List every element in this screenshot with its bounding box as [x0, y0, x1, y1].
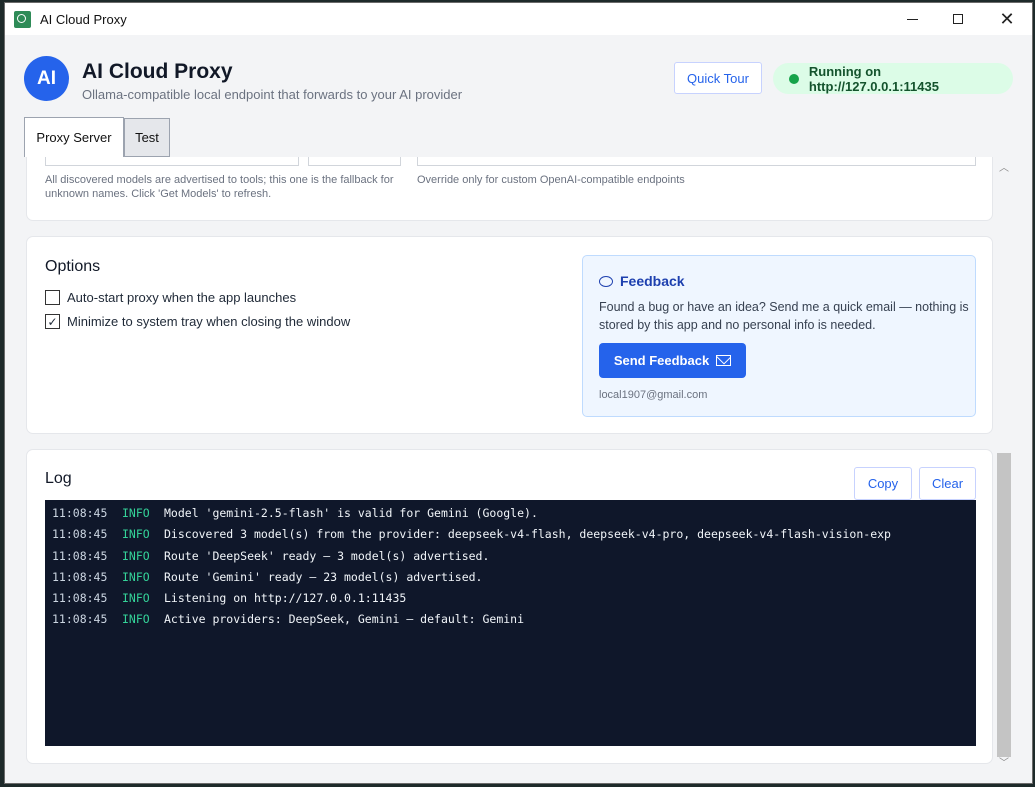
- log-message: Model 'gemini-2.5-flash' is valid for Ge…: [164, 506, 538, 520]
- log-level: INFO: [122, 506, 150, 520]
- log-card: Log Copy Clear 11:08:45 INFO Model 'gemini…: [26, 449, 993, 764]
- minimize-icon: [906, 18, 918, 20]
- copy-log-button[interactable]: Copy: [854, 467, 912, 500]
- feedback-text: Found a bug or have an idea? Send me a q…: [599, 300, 969, 332]
- app-window: AI Cloud Proxy ✕ AI AI Cloud Proxy Ollam…: [4, 2, 1033, 784]
- log-level: INFO: [122, 569, 150, 584]
- status-dot-icon: [789, 73, 799, 84]
- log-time: 11:08:45: [52, 527, 108, 542]
- scroll-down-icon[interactable]: ﹀: [995, 754, 1013, 769]
- close-button[interactable]: ✕: [984, 3, 1030, 35]
- get-models-button[interactable]: [308, 157, 401, 166]
- title-bar: AI Cloud Proxy ✕: [5, 3, 1032, 35]
- tab-bar: Proxy Server Test: [24, 117, 170, 157]
- log-console[interactable]: 11:08:45 INFO Model 'gemini-2.5-flash' is …: [45, 500, 976, 746]
- maximize-button[interactable]: [935, 3, 981, 35]
- log-time: 11:08:45: [52, 506, 108, 520]
- log-line: 11:08:45 INFO Route 'DeepSeek' ready — 3 m…: [52, 549, 976, 570]
- minimize-tray-option[interactable]: ✓ Minimize to system tray when closing t…: [45, 314, 350, 329]
- main-content: All discovered models are advertised to …: [5, 157, 995, 783]
- log-message: Discovered 3 model(s) from the provider:…: [164, 527, 891, 542]
- log-time: 11:08:45: [52, 591, 108, 606]
- model-hint: All discovered models are advertised to …: [45, 174, 394, 200]
- app-subtitle: Ollama-compatible local endpoint that fo…: [82, 87, 463, 102]
- send-feedback-label: Send Feedback: [613, 353, 710, 368]
- chat-bubble-icon: [599, 275, 613, 287]
- log-message: Route 'DeepSeek' ready — 3 model(s) adve…: [164, 548, 490, 563]
- send-feedback-button[interactable]: Send Feedback: [599, 343, 746, 378]
- close-icon: ✕: [999, 8, 1015, 29]
- log-time: 11:08:45: [52, 548, 108, 563]
- feedback-panel: Feedback Found a bug or have an idea? Se…: [582, 255, 976, 417]
- auto-start-label: Auto-start proxy when the app launches: [67, 290, 297, 305]
- auto-start-option[interactable]: Auto-start proxy when the app launches: [45, 290, 296, 305]
- app-icon: [14, 10, 31, 28]
- scroll-up-icon[interactable]: ︿: [995, 159, 1013, 174]
- window-title: AI Cloud Proxy: [40, 11, 127, 27]
- check-icon: ✓: [47, 314, 58, 329]
- log-level: INFO: [122, 548, 150, 563]
- log-message: Route 'Gemini' ready — 23 model(s) adver…: [164, 569, 483, 584]
- tab-test[interactable]: Test: [124, 118, 170, 157]
- feedback-title: Feedback: [599, 273, 685, 289]
- quick-tour-button[interactable]: Quick Tour: [674, 62, 762, 94]
- log-line: 11:08:45 INFO Active providers: DeepSeek, …: [52, 612, 976, 633]
- app-title: AI Cloud Proxy: [82, 60, 233, 83]
- status-badge: Running on http://127.0.0.1:11435: [773, 63, 1013, 94]
- endpoint-hint: Override only for custom OpenAI-compatib…: [417, 174, 685, 186]
- log-line: 11:08:45 INFO Model 'gemini-2.5-flash' is …: [52, 506, 976, 527]
- log-line: 11:08:45 INFO Discovered 3 model(s) from t…: [52, 527, 976, 548]
- app-logo: AI: [24, 56, 69, 101]
- endpoint-input[interactable]: [417, 157, 976, 166]
- log-message: Active providers: DeepSeek, Gemini — def…: [164, 612, 525, 627]
- log-level: INFO: [122, 527, 150, 542]
- log-level: INFO: [122, 591, 150, 606]
- app-header: AI AI Cloud Proxy Ollama-compatible loca…: [5, 35, 1032, 115]
- model-select[interactable]: [45, 157, 299, 166]
- mail-icon: [716, 355, 732, 366]
- feedback-email: local1907@gmail.com: [599, 389, 708, 401]
- model-settings-card: All discovered models are advertised to …: [26, 157, 993, 221]
- options-title: Options: [45, 258, 101, 275]
- log-line: 11:08:45 INFO Route 'Gemini' ready — 23 mo…: [52, 570, 976, 591]
- scrollbar-thumb[interactable]: [997, 453, 1011, 757]
- log-level: INFO: [122, 612, 150, 627]
- clear-log-button[interactable]: Clear: [919, 467, 976, 500]
- log-title: Log: [45, 470, 72, 487]
- minimize-tray-label: Minimize to system tray when closing the…: [67, 314, 351, 329]
- log-time: 11:08:45: [52, 612, 108, 627]
- log-message: Listening on http://127.0.0.1:11435: [164, 591, 407, 606]
- options-card: Options Auto-start proxy when the app la…: [26, 236, 993, 434]
- log-time: 11:08:45: [52, 569, 108, 584]
- auto-start-checkbox[interactable]: [45, 290, 60, 305]
- status-text: Running on http://127.0.0.1:11435: [808, 63, 939, 94]
- log-line: 11:08:45 INFO Listening on http://127.0.0.…: [52, 591, 976, 612]
- minimize-button[interactable]: [889, 3, 935, 35]
- vertical-scrollbar[interactable]: ︿ ﹀: [995, 157, 1013, 770]
- maximize-icon: [953, 14, 963, 24]
- feedback-title-text: Feedback: [620, 273, 685, 289]
- minimize-tray-checkbox[interactable]: ✓: [45, 314, 60, 329]
- tab-proxy-server[interactable]: Proxy Server: [24, 117, 124, 157]
